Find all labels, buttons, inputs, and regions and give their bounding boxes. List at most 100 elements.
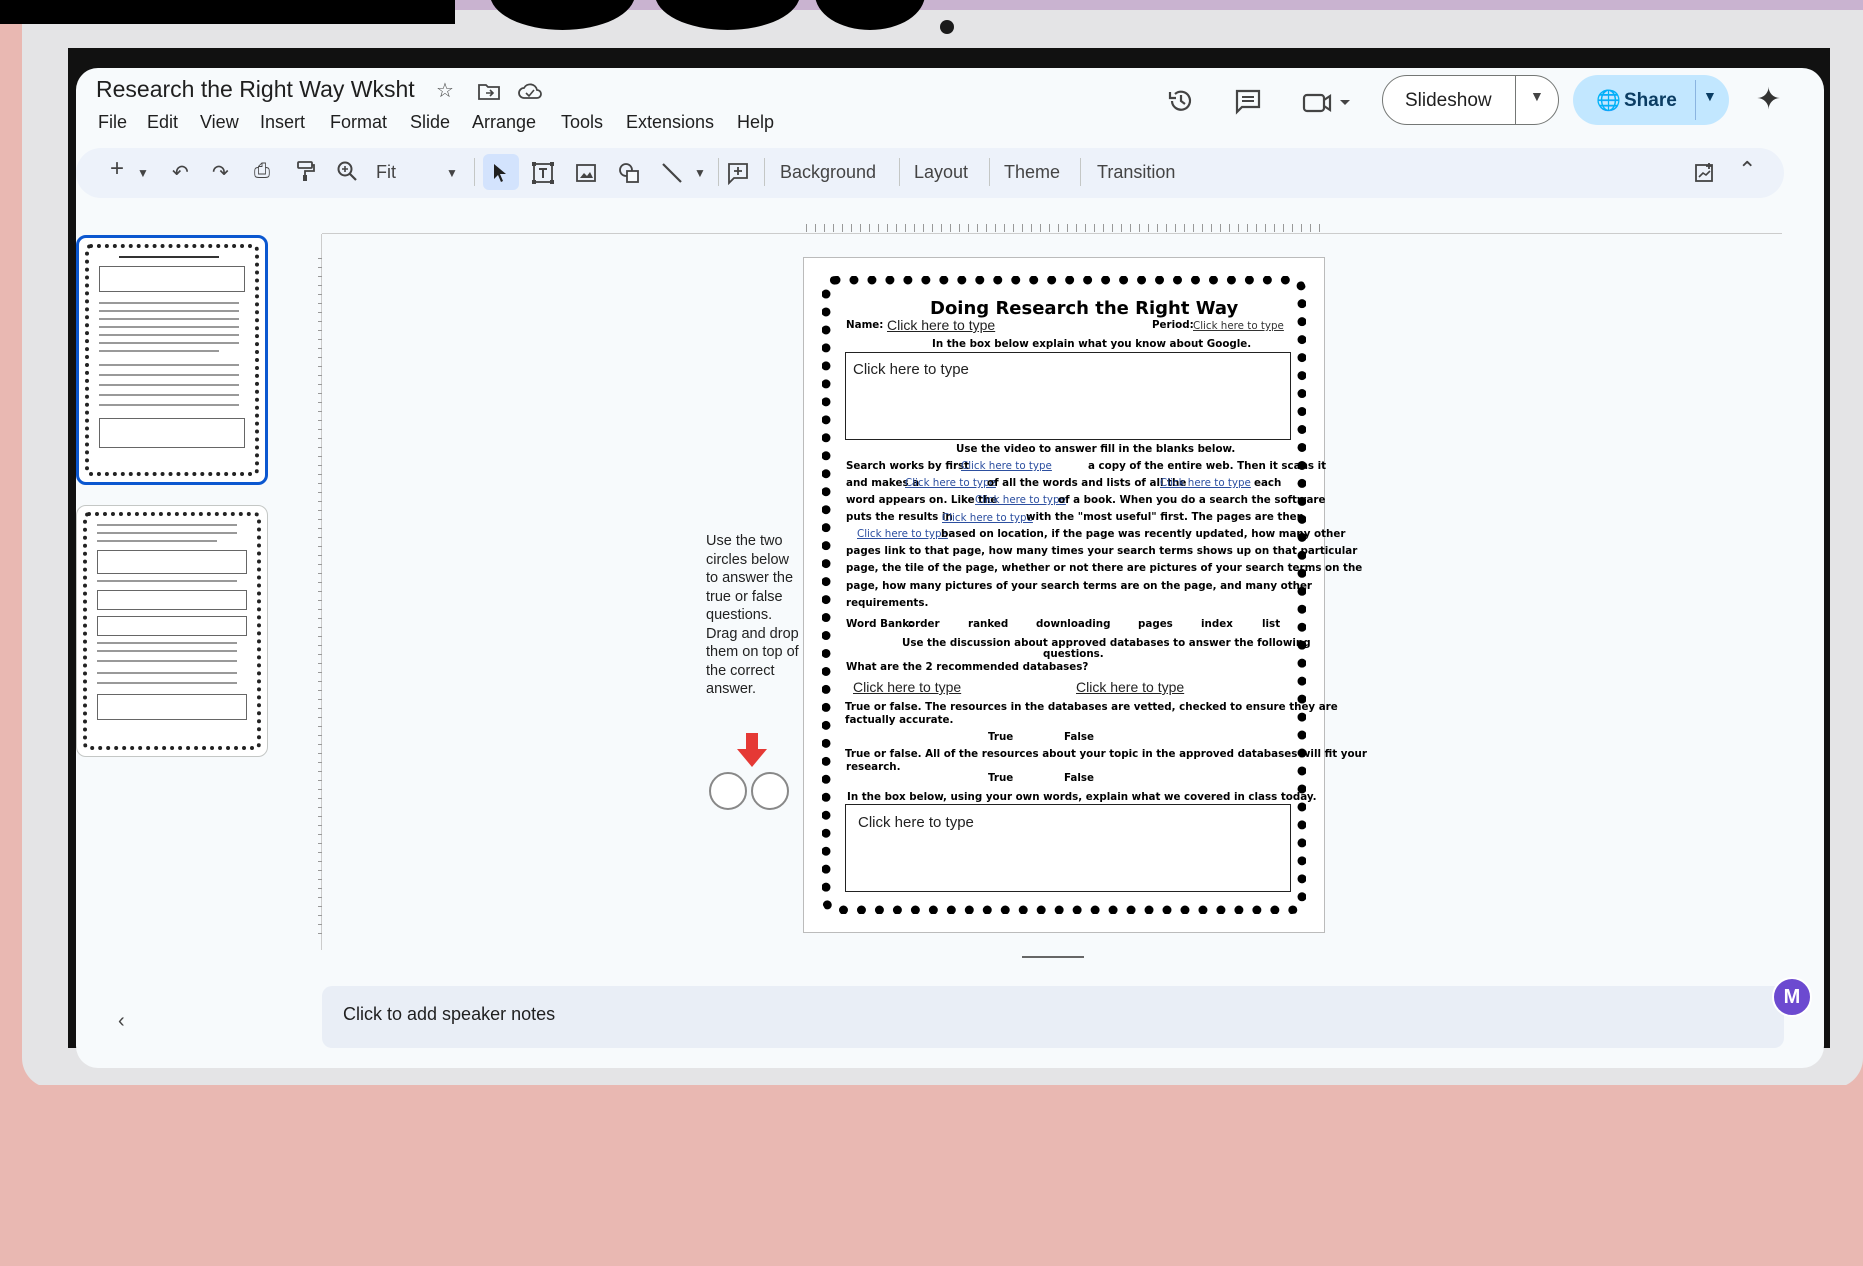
chevron-down-icon[interactable]: ▼ bbox=[446, 166, 458, 180]
layout-button[interactable]: Layout bbox=[914, 162, 968, 183]
line-icon[interactable] bbox=[660, 161, 684, 190]
chevron-left-icon[interactable]: ‹ bbox=[118, 1010, 125, 1033]
menu-file[interactable]: File bbox=[98, 112, 127, 133]
video-call-icon[interactable] bbox=[1302, 90, 1352, 121]
image-icon[interactable] bbox=[575, 163, 597, 188]
comment-icon[interactable] bbox=[1234, 88, 1262, 121]
answer-box-2-placeholder[interactable]: Click here to type bbox=[858, 814, 974, 831]
undo-icon[interactable]: ↶ bbox=[172, 160, 189, 185]
extension-badge-icon[interactable]: M bbox=[1772, 977, 1812, 1017]
database-field-2[interactable]: Click here to type bbox=[1076, 679, 1184, 695]
paragraph-text: page, the tile of the page, whether or n… bbox=[846, 562, 1363, 574]
collapse-toolbar-icon[interactable]: ⌃ bbox=[1738, 157, 1756, 183]
shape-icon[interactable] bbox=[617, 161, 641, 190]
thumbnail-line bbox=[97, 642, 237, 644]
menu-view[interactable]: View bbox=[200, 112, 239, 133]
menu-format[interactable]: Format bbox=[330, 112, 387, 133]
thumbnail-line bbox=[97, 532, 237, 534]
camera-dot bbox=[940, 20, 954, 34]
menu-arrange[interactable]: Arrange bbox=[472, 112, 536, 133]
blank-field[interactable]: Click here to type bbox=[905, 477, 996, 489]
chevron-down-icon[interactable]: ▼ bbox=[137, 166, 149, 180]
question-3: True or false. All of the resources abou… bbox=[845, 748, 1367, 760]
toolbar-separator bbox=[1080, 158, 1081, 186]
redo-icon[interactable]: ↷ bbox=[212, 160, 229, 185]
print-icon[interactable]: ⎙ bbox=[254, 160, 270, 183]
menu-slide[interactable]: Slide bbox=[410, 112, 450, 133]
thumbnail-border bbox=[83, 512, 261, 750]
star-icon[interactable]: ☆ bbox=[436, 78, 454, 103]
slide-thumbnail-1[interactable] bbox=[76, 235, 268, 485]
blank-field[interactable]: Click here to type bbox=[975, 494, 1066, 506]
thumbnail-line bbox=[97, 540, 217, 542]
arrow-down-icon[interactable] bbox=[737, 733, 767, 772]
answer-circle[interactable] bbox=[751, 772, 789, 810]
add-comment-icon[interactable] bbox=[726, 161, 750, 190]
background-button[interactable]: Background bbox=[780, 162, 876, 183]
thumbnail-line bbox=[99, 318, 239, 320]
transition-button[interactable]: Transition bbox=[1097, 162, 1175, 183]
word-bank-label: Word Bank: bbox=[846, 618, 914, 630]
toolbar-separator bbox=[474, 158, 475, 186]
resize-handle[interactable] bbox=[1022, 956, 1084, 958]
instructions-textbox[interactable]: Use the two circles below to answer the … bbox=[706, 532, 802, 699]
paragraph-text: of all the words and lists of all the bbox=[987, 477, 1187, 489]
theme-button[interactable]: Theme bbox=[1004, 162, 1060, 183]
word-bank-item: pages bbox=[1138, 618, 1173, 630]
thumbnail-line bbox=[99, 374, 239, 376]
period-field[interactable]: Click here to type bbox=[1193, 320, 1284, 332]
chevron-down-icon[interactable]: ▼ bbox=[1703, 88, 1717, 104]
blank-field[interactable]: Click here to type bbox=[857, 528, 948, 540]
history-icon[interactable] bbox=[1166, 86, 1196, 121]
question-3: research. bbox=[846, 761, 901, 773]
blank-field[interactable]: Click here to type bbox=[1160, 477, 1251, 489]
new-slide-icon[interactable]: + bbox=[110, 155, 124, 183]
answer-box-1-placeholder[interactable]: Click here to type bbox=[853, 361, 969, 378]
chevron-down-icon[interactable]: ▼ bbox=[1530, 88, 1544, 104]
thumbnail-line bbox=[99, 302, 239, 304]
zoom-select[interactable]: Fit bbox=[376, 162, 396, 183]
toolbar-separator bbox=[899, 158, 900, 186]
thumbnail-line bbox=[99, 334, 239, 336]
thumbnail-line bbox=[99, 384, 239, 386]
text-box-icon[interactable] bbox=[531, 161, 555, 190]
thumbnail-line bbox=[97, 660, 237, 662]
paragraph-text: requirements. bbox=[846, 597, 929, 609]
thumbnail-line bbox=[97, 672, 237, 674]
thumbnail-line bbox=[99, 326, 239, 328]
menu-tools[interactable]: Tools bbox=[561, 112, 603, 133]
period-label: Period: bbox=[1152, 319, 1194, 331]
menu-help[interactable]: Help bbox=[737, 112, 774, 133]
thumbnail-box bbox=[97, 550, 247, 574]
name-field[interactable]: Click here to type bbox=[887, 317, 995, 333]
slide-thumbnail-2[interactable] bbox=[76, 505, 268, 757]
zoom-icon[interactable] bbox=[336, 160, 358, 188]
chevron-down-icon[interactable]: ▼ bbox=[694, 166, 706, 180]
paragraph-text: puts the results in bbox=[846, 511, 953, 523]
paragraph-text: Search works by first bbox=[846, 460, 970, 472]
database-field-1[interactable]: Click here to type bbox=[853, 679, 961, 695]
thumbnail-box bbox=[97, 590, 247, 610]
thumbnail-box bbox=[97, 616, 247, 636]
menu-edit[interactable]: Edit bbox=[147, 112, 178, 133]
blank-field[interactable]: Click here to type bbox=[942, 512, 1033, 524]
paint-format-icon[interactable] bbox=[296, 160, 316, 188]
speaker-notes-placeholder[interactable]: Click to add speaker notes bbox=[343, 1004, 555, 1025]
thumbnail-line bbox=[99, 364, 239, 366]
document-title[interactable]: Research the Right Way Wksht bbox=[96, 76, 415, 103]
add-to-slide-icon[interactable] bbox=[1694, 161, 1716, 188]
move-folder-icon[interactable] bbox=[478, 82, 500, 105]
paragraph-text: each bbox=[1254, 477, 1282, 489]
select-cursor-icon[interactable] bbox=[491, 162, 511, 189]
blank-field[interactable]: Click here to type bbox=[961, 460, 1052, 472]
menu-extensions[interactable]: Extensions bbox=[626, 112, 714, 133]
paragraph-text: page, how many pictures of your search t… bbox=[846, 580, 1313, 592]
thumbnail-line bbox=[97, 524, 237, 526]
answer-circle[interactable] bbox=[709, 772, 747, 810]
horizontal-ruler bbox=[806, 224, 1326, 232]
gemini-sparkle-icon[interactable]: ✦ bbox=[1756, 82, 1781, 117]
thumbnail-line bbox=[99, 404, 239, 406]
cloud-status-icon[interactable] bbox=[518, 82, 542, 105]
menu-insert[interactable]: Insert bbox=[260, 112, 305, 133]
toolbar-separator bbox=[989, 158, 990, 186]
